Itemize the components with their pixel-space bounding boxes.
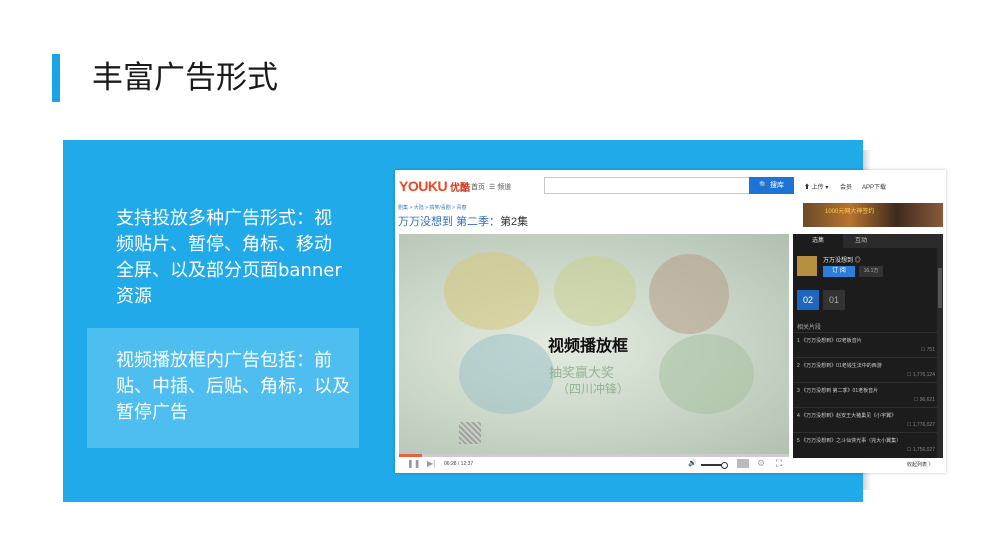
scroll-thumb[interactable] <box>938 268 942 308</box>
ad-forms-text: 支持投放多种广告形式：视频贴片、暂停、角标、移动全屏、以及部分页面banner资… <box>116 208 342 307</box>
youku-screenshot: YOUKU 优酷 首页 ☰ 频道 🔍 搜库 ⬆ 上传 ▾ 会员 APP下载 剧集… <box>395 170 946 473</box>
channel-name[interactable]: 万万没想到 ◎ <box>823 255 861 264</box>
channel-avatar[interactable] <box>797 256 817 276</box>
video-title-text: 万万没想到 第二季： <box>398 216 501 228</box>
related-item-title: 1 《万万没想到》02老板音片 <box>797 338 862 344</box>
episode-02[interactable]: 02 <box>797 290 819 310</box>
player-controls: ❚❚ ▶| 06:28 / 12:37 🔊 ⚙ ⛶ 收起列表 〉 <box>399 457 944 471</box>
subscriber-count: 16.1万 <box>859 266 883 277</box>
fullscreen-icon[interactable]: ⛶ <box>776 458 782 469</box>
search-button[interactable]: 🔍 搜库 <box>749 177 794 194</box>
related-item-views: ☐ 96,621 <box>913 397 935 403</box>
sidebar-scrollbar[interactable] <box>937 248 943 458</box>
sidebar-tabs: 选集 互动 <box>793 234 943 248</box>
player-label: 视频播放框 <box>548 338 629 355</box>
ad-graphic <box>649 254 729 334</box>
related-item-views: ☐ 751 <box>920 347 935 353</box>
upload-menu[interactable]: ⬆ 上传 ▾ <box>804 182 828 191</box>
tab-interact[interactable]: 互动 <box>855 234 867 248</box>
nav-channel-menu[interactable]: ☰ 频道 <box>489 182 511 192</box>
related-item[interactable]: 3 《万万没想到 第二季》01老板音片 ☐ 96,621 <box>793 382 937 407</box>
tab-episodes[interactable]: 选集 <box>793 234 843 248</box>
video-episode: 第2集 <box>500 216 529 228</box>
title-accent-bar <box>52 54 60 102</box>
player-ads-text: 视频播放框内广告包括：前贴、中插、后贴、角标，以及暂停广告 <box>116 350 350 423</box>
banner-ad-text: 1000元网大神签约 <box>825 209 875 215</box>
breadcrumb[interactable]: 剧集 > 大陆 > 搞笑/喜剧 > 青春 <box>398 204 467 211</box>
youku-logo[interactable]: YOUKU <box>399 178 448 194</box>
related-item-title: 2 《万万没想到》01老钱生法中的西游 <box>797 363 882 369</box>
related-item-title: 5 《万万没想到》之斗仙侠光事（完大小翼集） <box>797 438 902 444</box>
ad-graphic <box>444 252 539 330</box>
ad-graphic <box>659 334 754 414</box>
ad-slogan-2: （四川冲锋） <box>557 382 630 396</box>
volume-icon[interactable]: 🔊 <box>688 459 697 467</box>
related-item[interactable]: 1 《万万没想到》02老板音片 ☐ 751 <box>793 332 937 357</box>
time-display: 06:28 / 12:37 <box>444 461 474 467</box>
related-item-views: ☐ 1,776,124 <box>906 372 935 378</box>
ad-slogan: 抽奖赢大奖 <box>549 365 615 380</box>
collapse-list-button[interactable]: 收起列表 〉 <box>907 461 933 468</box>
video-player[interactable]: 抽奖赢大奖 （四川冲锋） 视频播放框 <box>399 234 789 458</box>
episode-sidebar: 选集 互动 万万没想到 ◎ 订 阅 16.1万 02 01 相关片段 1 《万万… <box>793 234 943 458</box>
ad-graphic <box>554 256 636 326</box>
video-title: 万万没想到 第二季：第2集 <box>398 213 528 229</box>
related-item-views: ☐ 1,776,027 <box>906 422 935 428</box>
volume-knob[interactable] <box>721 462 728 469</box>
qr-code <box>459 422 481 444</box>
youku-logo-cn[interactable]: 优酷 <box>450 179 470 194</box>
nav-home[interactable]: 首页 <box>471 182 485 192</box>
ad-graphic <box>459 334 554 414</box>
slide-title: 丰富广告形式 <box>92 60 278 96</box>
subscribe-button[interactable]: 订 阅 <box>823 266 855 277</box>
related-item-views: ☐ 1,756,027 <box>906 447 935 453</box>
related-item-title: 3 《万万没想到 第二季》01老板音片 <box>797 388 879 394</box>
settings-icon[interactable]: ⚙ <box>757 458 765 469</box>
related-header: 相关片段 <box>797 325 822 331</box>
member-link[interactable]: 会员 <box>840 182 852 191</box>
related-item[interactable]: 2 《万万没想到》01老钱生法中的西游 ☐ 1,776,124 <box>793 357 937 382</box>
episode-01[interactable]: 01 <box>823 290 845 310</box>
next-icon[interactable]: ▶| <box>427 459 435 468</box>
play-icon[interactable]: ❚❚ <box>407 459 420 468</box>
app-download-link[interactable]: APP下载 <box>862 182 886 191</box>
related-item[interactable]: 5 《万万没想到》之斗仙侠光事（完大小翼集） ☐ 1,756,027 <box>793 432 937 457</box>
related-item[interactable]: 4 《万万没想到》赵安王大猪巢见《小宇翼》 ☐ 1,776,027 <box>793 407 937 432</box>
quality-icon[interactable] <box>737 459 749 468</box>
related-item-title: 4 《万万没想到》赵安王大猪巢见《小宇翼》 <box>797 413 897 419</box>
search-input[interactable] <box>544 177 751 194</box>
